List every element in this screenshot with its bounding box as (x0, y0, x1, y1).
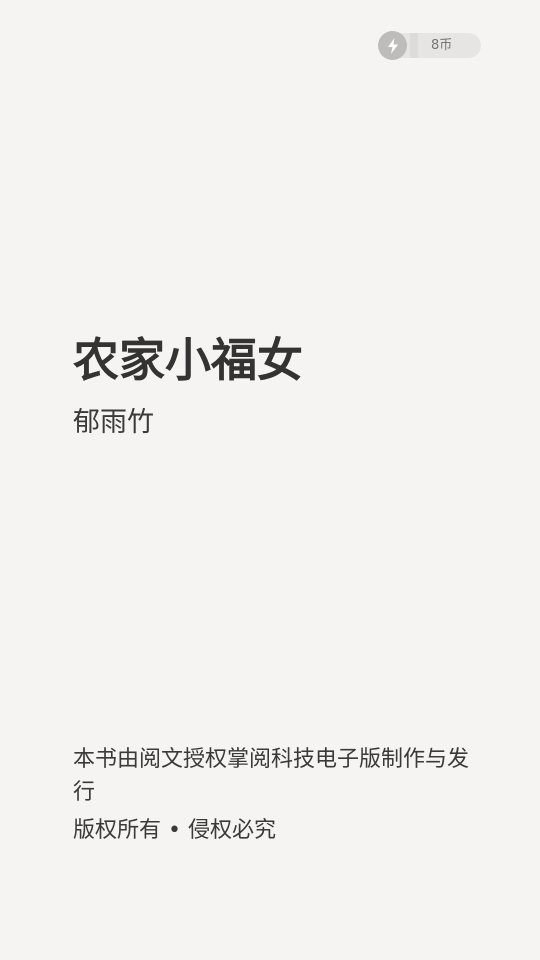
license-notice: 本书由阅文授权掌阅科技电子版制作与发行 (73, 747, 470, 805)
coin-balance-label: 8币 (431, 38, 453, 53)
book-author: 郁雨竹 (73, 407, 154, 438)
lightning-icon (378, 31, 407, 60)
coin-divider (410, 33, 418, 58)
copyright-notice: 版权所有 • 侵权必究 (73, 818, 276, 843)
book-title: 农家小福女 (73, 333, 303, 387)
coin-balance[interactable]: 8币 (378, 31, 481, 60)
lightning-icon-glyph (387, 37, 398, 54)
